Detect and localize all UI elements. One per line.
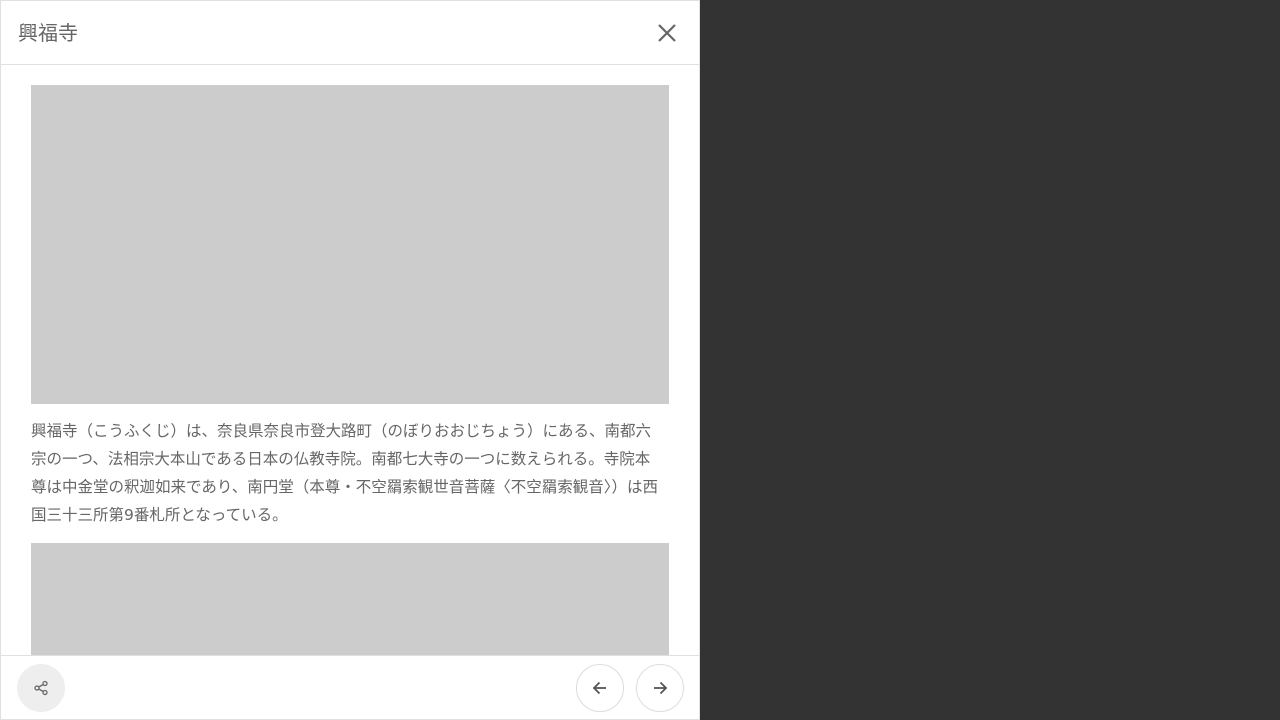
arrow-left-icon <box>592 681 606 694</box>
previous-button[interactable] <box>576 663 624 712</box>
share-icon <box>34 680 48 695</box>
pager <box>576 663 684 712</box>
article-image <box>31 85 669 404</box>
article-description: 興福寺（こうふくじ）は、奈良県奈良市登大路町（のぼりおおじちょう）にある、南都六… <box>31 422 658 524</box>
panel-footer <box>1 655 699 719</box>
backdrop-overlay[interactable] <box>700 0 1280 720</box>
next-button[interactable] <box>636 663 684 712</box>
panel-header: 興福寺 <box>1 1 699 65</box>
detail-panel: 興福寺 興福寺（こうふくじ）は、奈良県奈良市登大路町（のぼりおおじちょう）にある… <box>0 0 700 720</box>
article-content[interactable]: 興福寺（こうふくじ）は、奈良県奈良市登大路町（のぼりおおじちょう）にある、南都六… <box>1 65 699 655</box>
share-button[interactable] <box>17 663 65 712</box>
page-title: 興福寺 <box>18 20 78 45</box>
close-icon <box>658 23 676 42</box>
arrow-right-icon <box>654 681 668 694</box>
close-button[interactable] <box>651 17 683 49</box>
article-image <box>31 543 669 655</box>
